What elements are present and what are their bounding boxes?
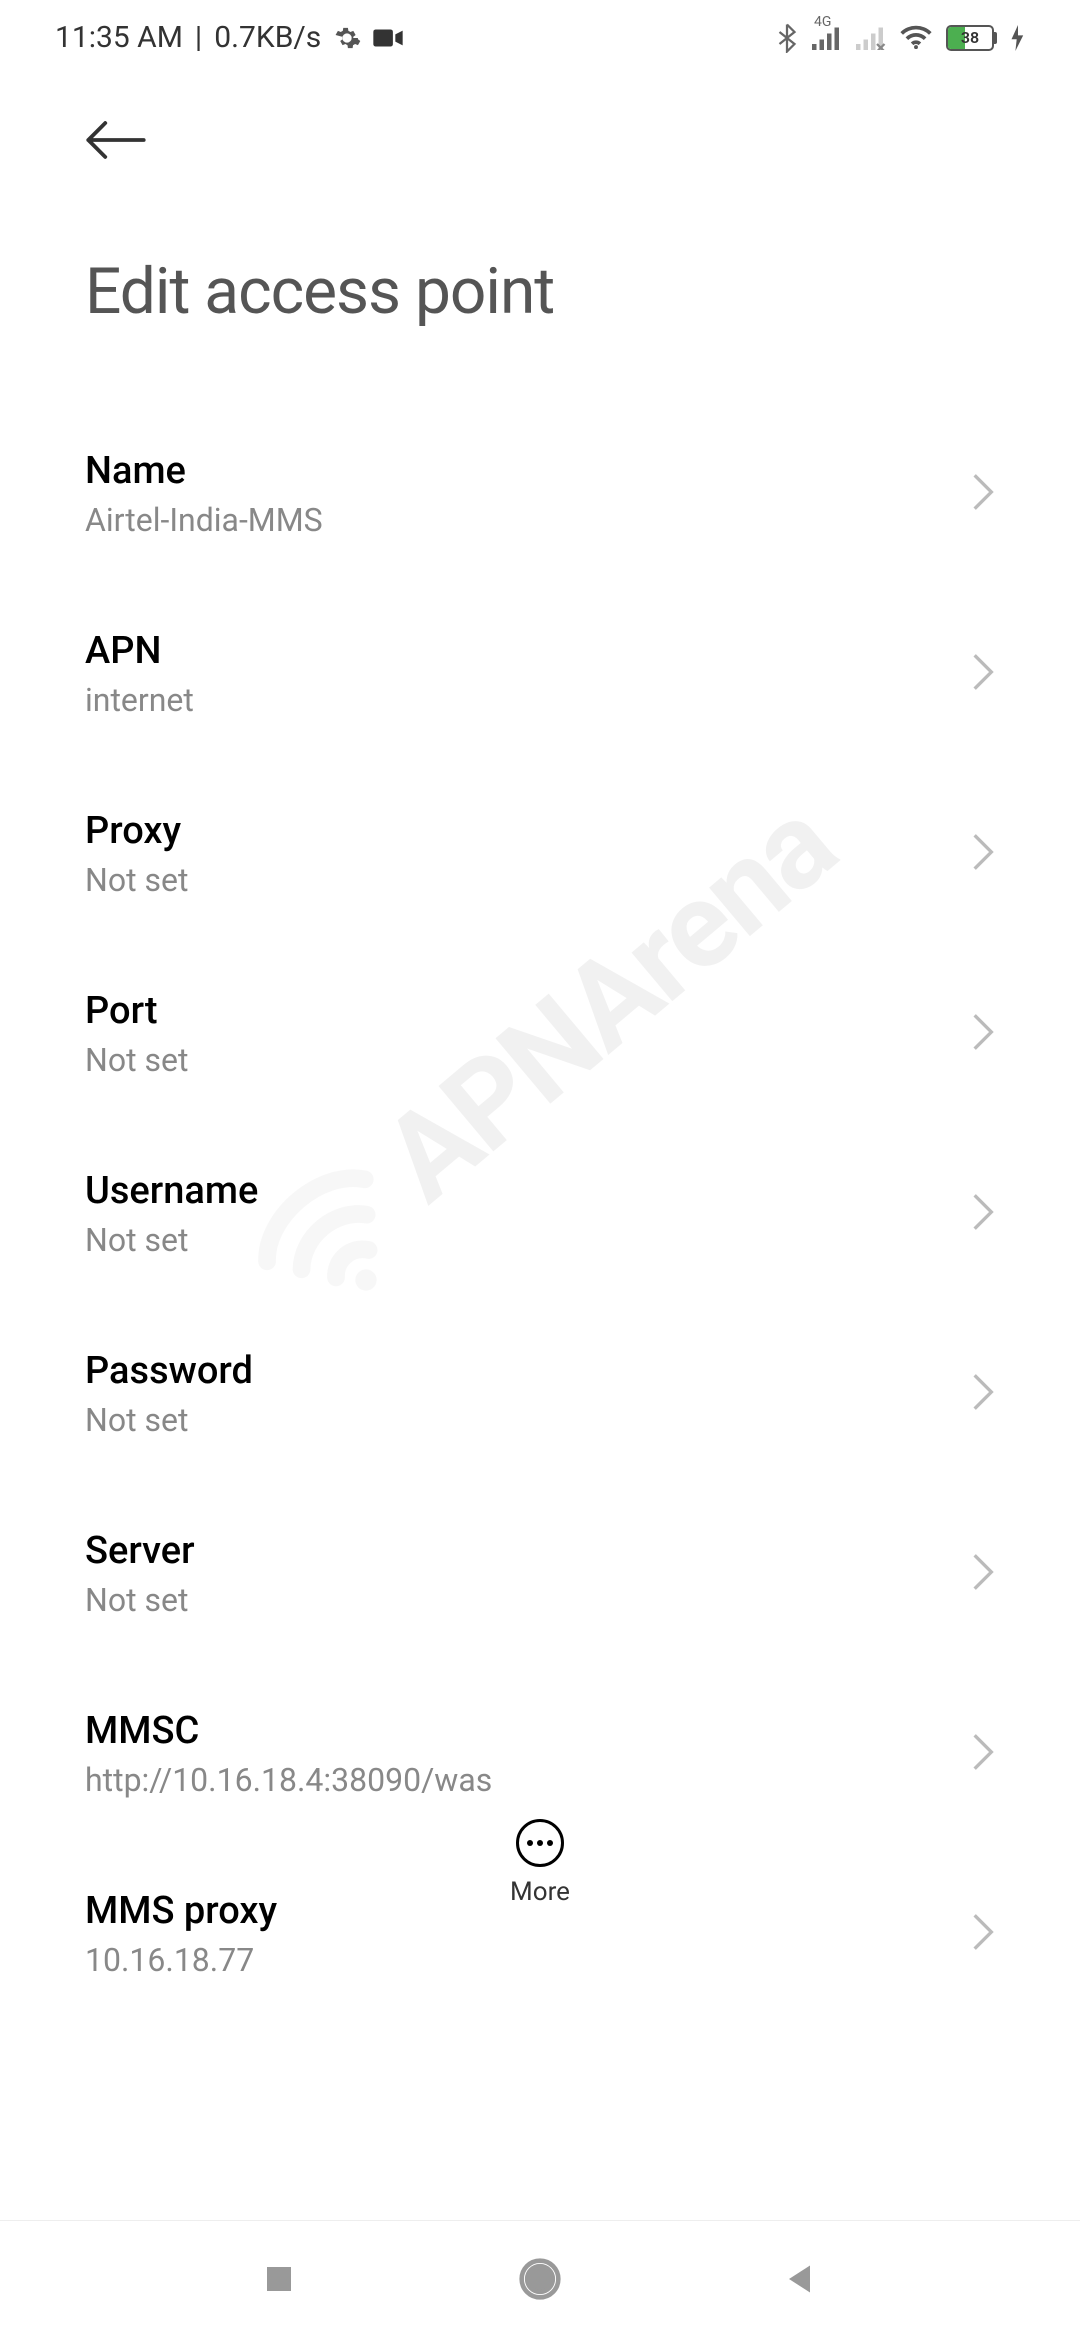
setting-item-apn[interactable]: APN internet [85,629,995,809]
setting-label: Proxy [85,809,971,853]
chevron-right-icon [971,1192,995,1236]
setting-value: Airtel-India-MMS [85,501,971,539]
more-label: More [0,1877,1080,1907]
setting-label: Password [85,1349,971,1393]
signal-no-sim-icon [856,26,886,50]
setting-label: Name [85,449,971,493]
setting-item-server[interactable]: Server Not set [85,1529,995,1709]
setting-value: Not set [85,1401,971,1439]
setting-item-password[interactable]: Password Not set [85,1349,995,1529]
setting-item-proxy[interactable]: Proxy Not set [85,809,995,989]
more-button[interactable]: More [0,1819,1080,1907]
setting-label: Port [85,989,971,1033]
video-camera-icon [373,27,403,49]
setting-value: Not set [85,1581,971,1619]
chevron-right-icon [971,1732,995,1776]
chevron-right-icon [971,832,995,876]
chevron-right-icon [971,1372,995,1416]
chevron-right-icon [971,652,995,696]
setting-value: 10.16.18.77 [85,1941,971,1979]
status-bar-right: 4G 38 [776,23,1025,53]
status-time: 11:35 AM [55,20,183,55]
setting-value: Not set [85,1221,971,1259]
signal-4g-icon: 4G [812,26,842,50]
chevron-right-icon [971,1912,995,1956]
setting-value: Not set [85,1041,971,1079]
nav-home-icon[interactable] [518,2257,562,2305]
setting-label: Server [85,1529,971,1573]
back-button[interactable] [85,120,147,164]
setting-label: Username [85,1169,971,1213]
nav-recent-icon[interactable] [261,2261,297,2301]
setting-item-name[interactable]: Name Airtel-India-MMS [85,449,995,629]
more-icon [516,1819,564,1867]
setting-item-port[interactable]: Port Not set [85,989,995,1169]
battery-indicator: 38 [946,25,997,51]
chevron-right-icon [971,472,995,516]
status-bar: 11:35 AM | 0.7KB/s 4G [0,0,1080,70]
status-speed: 0.7KB/s [214,20,321,55]
setting-value: Not set [85,861,971,899]
status-separator: | [195,20,202,55]
setting-item-username[interactable]: Username Not set [85,1169,995,1349]
chevron-right-icon [971,1552,995,1596]
setting-value: internet [85,681,971,719]
charging-icon [1011,25,1025,51]
setting-value: http://10.16.18.4:38090/was [85,1761,971,1799]
setting-label: APN [85,629,971,673]
gear-icon [333,24,361,52]
settings-list: Name Airtel-India-MMS APN internet Proxy… [0,329,1080,1979]
wifi-icon [900,25,932,51]
navigation-bar [0,2220,1080,2340]
chevron-right-icon [971,1012,995,1056]
status-bar-left: 11:35 AM | 0.7KB/s [55,20,403,55]
page-title: Edit access point [85,254,1025,329]
nav-back-icon[interactable] [783,2261,819,2301]
bluetooth-icon [776,23,798,53]
setting-label: MMSC [85,1709,971,1753]
